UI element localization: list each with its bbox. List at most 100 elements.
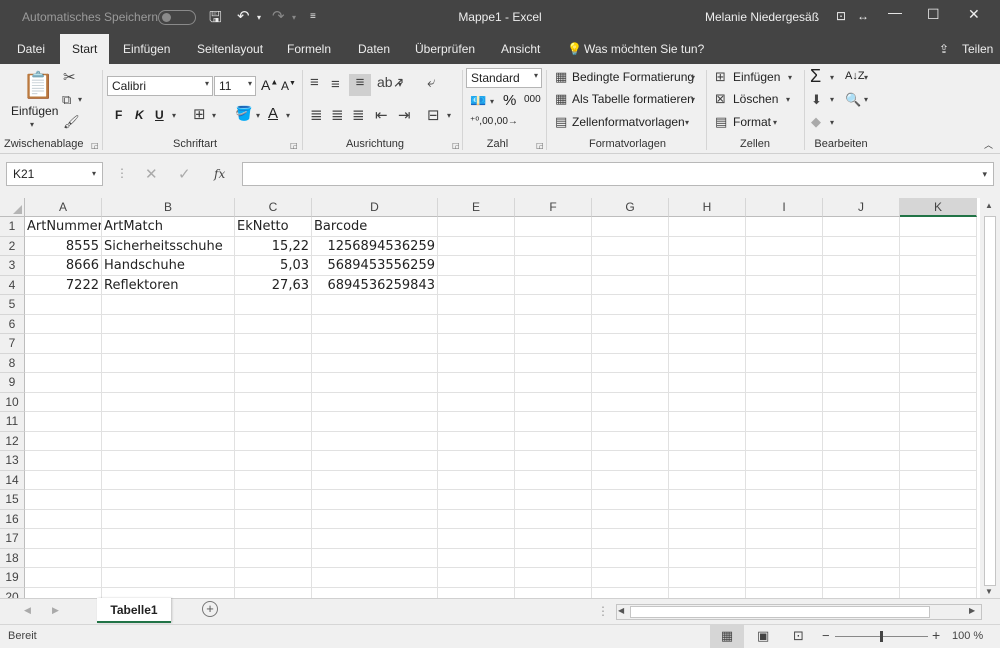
cell-j10[interactable] bbox=[823, 392, 900, 412]
alignment-launcher-icon[interactable]: ◲ bbox=[452, 141, 460, 150]
sort-filter-dropdown-icon[interactable]: ▾ bbox=[864, 73, 868, 82]
row-header-20[interactable]: 20 bbox=[0, 587, 25, 598]
prev-sheet-icon[interactable]: ◀ bbox=[24, 605, 31, 616]
close-icon[interactable]: ✕ bbox=[968, 6, 980, 23]
cell-i3[interactable] bbox=[746, 256, 823, 276]
merge-dropdown-icon[interactable]: ▾ bbox=[447, 111, 451, 120]
thousands-separator-icon[interactable]: 000 bbox=[524, 94, 541, 105]
cell-k9[interactable] bbox=[900, 373, 977, 393]
cell-e15[interactable] bbox=[438, 490, 515, 510]
cell-k15[interactable] bbox=[900, 490, 977, 510]
cell-b6[interactable] bbox=[102, 314, 235, 334]
tell-me-input[interactable]: Was möchten Sie tun? bbox=[584, 42, 704, 56]
cut-icon[interactable]: ✂ bbox=[63, 68, 76, 86]
row-header-17[interactable]: 17 bbox=[0, 529, 25, 549]
cell-j14[interactable] bbox=[823, 470, 900, 490]
column-header-c[interactable]: C bbox=[235, 198, 312, 217]
cell-f11[interactable] bbox=[515, 412, 592, 432]
cell-d13[interactable] bbox=[312, 451, 438, 471]
cell-j3[interactable] bbox=[823, 256, 900, 276]
cell-j11[interactable] bbox=[823, 412, 900, 432]
cell-a16[interactable] bbox=[25, 509, 102, 529]
find-select-icon[interactable]: 🔍 bbox=[845, 92, 861, 108]
cell-g15[interactable] bbox=[592, 490, 669, 510]
fill-color-dropdown-icon[interactable]: ▾ bbox=[256, 111, 260, 120]
cell-f18[interactable] bbox=[515, 548, 592, 568]
cell-d19[interactable] bbox=[312, 568, 438, 588]
cell-h19[interactable] bbox=[669, 568, 746, 588]
cell-k18[interactable] bbox=[900, 548, 977, 568]
cell-d1[interactable]: Barcode bbox=[312, 217, 438, 237]
align-top-icon[interactable]: ≡ bbox=[310, 74, 319, 91]
cell-h10[interactable] bbox=[669, 392, 746, 412]
cell-e8[interactable] bbox=[438, 353, 515, 373]
cell-k16[interactable] bbox=[900, 509, 977, 529]
cell-g9[interactable] bbox=[592, 373, 669, 393]
cell-d17[interactable] bbox=[312, 529, 438, 549]
cell-c15[interactable] bbox=[235, 490, 312, 510]
cell-i20[interactable] bbox=[746, 587, 823, 598]
increase-decimal-icon[interactable]: ⁺⁰,00 bbox=[470, 116, 493, 127]
cell-f2[interactable] bbox=[515, 236, 592, 256]
bold-button[interactable]: F bbox=[115, 108, 122, 122]
cell-h5[interactable] bbox=[669, 295, 746, 315]
cell-f7[interactable] bbox=[515, 334, 592, 354]
cell-h6[interactable] bbox=[669, 314, 746, 334]
row-header-3[interactable]: 3 bbox=[0, 256, 25, 276]
share-icon[interactable]: ⇪ bbox=[939, 42, 949, 56]
cell-f13[interactable] bbox=[515, 451, 592, 471]
cell-c13[interactable] bbox=[235, 451, 312, 471]
cell-c6[interactable] bbox=[235, 314, 312, 334]
accounting-format-icon[interactable]: 💶 bbox=[470, 93, 486, 109]
zoom-slider-thumb[interactable] bbox=[880, 631, 883, 642]
cell-j5[interactable] bbox=[823, 295, 900, 315]
fill-dropdown-icon[interactable]: ▾ bbox=[830, 95, 834, 104]
cell-d2[interactable]: 1256894536259 bbox=[312, 236, 438, 256]
borders-dropdown-icon[interactable]: ▾ bbox=[212, 111, 216, 120]
spreadsheet-grid[interactable]: A B C D E F G H I J K 1 ArtNummer ArtMatch EkNetto Barc… bbox=[0, 198, 980, 598]
cell-g16[interactable] bbox=[592, 509, 669, 529]
cell-b12[interactable] bbox=[102, 431, 235, 451]
sheet-tab-tabelle1[interactable]: Tabelle1 bbox=[97, 598, 171, 623]
cell-a20[interactable] bbox=[25, 587, 102, 598]
delete-dropdown-icon[interactable]: ▾ bbox=[786, 95, 790, 104]
cell-a4[interactable]: 7222 bbox=[25, 275, 102, 295]
confirm-entry-icon[interactable]: ✓ bbox=[178, 165, 191, 183]
cell-d12[interactable] bbox=[312, 431, 438, 451]
scroll-left-icon[interactable]: ◀ bbox=[618, 606, 624, 615]
merge-cells-icon[interactable]: ⊟ bbox=[427, 106, 440, 124]
cell-g19[interactable] bbox=[592, 568, 669, 588]
cell-h14[interactable] bbox=[669, 470, 746, 490]
cell-j15[interactable] bbox=[823, 490, 900, 510]
cell-g10[interactable] bbox=[592, 392, 669, 412]
cell-k20[interactable] bbox=[900, 587, 977, 598]
cell-j18[interactable] bbox=[823, 548, 900, 568]
cell-h17[interactable] bbox=[669, 529, 746, 549]
column-header-h[interactable]: H bbox=[669, 198, 746, 217]
cell-j8[interactable] bbox=[823, 353, 900, 373]
cell-c4[interactable]: 27,63 bbox=[235, 275, 312, 295]
zoom-out-icon[interactable]: − bbox=[822, 628, 830, 643]
cell-h2[interactable] bbox=[669, 236, 746, 256]
cell-k11[interactable] bbox=[900, 412, 977, 432]
font-name-combo[interactable]: Calibri ▾ bbox=[107, 76, 213, 96]
column-header-b[interactable]: B bbox=[102, 198, 235, 217]
cell-b17[interactable] bbox=[102, 529, 235, 549]
cell-c2[interactable]: 15,22 bbox=[235, 236, 312, 256]
cell-styles-button[interactable]: Zellenformatvorlagen bbox=[572, 115, 685, 129]
cell-i19[interactable] bbox=[746, 568, 823, 588]
column-header-g[interactable]: G bbox=[592, 198, 669, 217]
cell-styles-dropdown-icon[interactable]: ▾ bbox=[685, 118, 689, 127]
cell-a12[interactable] bbox=[25, 431, 102, 451]
normal-view-icon[interactable]: ▦ bbox=[710, 625, 744, 648]
minimize-icon[interactable]: — bbox=[888, 4, 902, 20]
user-name[interactable]: Melanie Niedergesäß bbox=[705, 10, 819, 24]
column-header-e[interactable]: E bbox=[438, 198, 515, 217]
cell-a11[interactable] bbox=[25, 412, 102, 432]
tab-einfuegen[interactable]: Einfügen bbox=[123, 42, 170, 56]
cell-k17[interactable] bbox=[900, 529, 977, 549]
underline-dropdown-icon[interactable]: ▾ bbox=[172, 111, 176, 120]
formula-input[interactable]: ▾ bbox=[242, 162, 994, 186]
column-header-a[interactable]: A bbox=[25, 198, 102, 217]
cell-b15[interactable] bbox=[102, 490, 235, 510]
